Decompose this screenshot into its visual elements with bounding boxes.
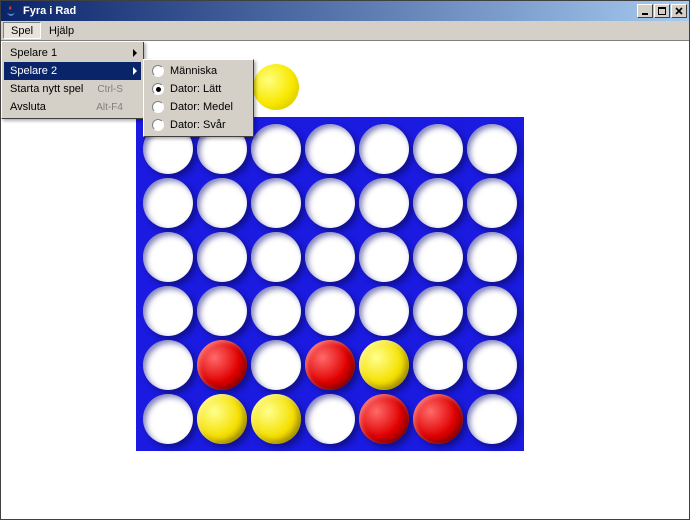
board-cell[interactable] (143, 232, 193, 282)
board-cell[interactable] (305, 394, 355, 444)
menu-hjalp-label: Hjälp (49, 25, 74, 37)
menu-spel-label: Spel (11, 25, 33, 37)
menu-item-new-game-label: Starta nytt spel (10, 83, 83, 95)
board-cell[interactable] (143, 286, 193, 336)
board-cell[interactable] (143, 178, 193, 228)
board-cell[interactable] (359, 340, 409, 390)
app-window: Fyra i Rad Spel Hjälp Spelare 1 (0, 0, 690, 520)
board-cell[interactable] (143, 394, 193, 444)
board-cell[interactable] (413, 232, 463, 282)
board-cell[interactable] (467, 178, 517, 228)
submenu-item-human[interactable]: Människa (146, 62, 251, 80)
board-cell[interactable] (467, 394, 517, 444)
radio-icon (152, 101, 164, 113)
menu-hjalp[interactable]: Hjälp (41, 22, 82, 39)
board-cell[interactable] (359, 286, 409, 336)
board-cell[interactable] (305, 232, 355, 282)
board-cell[interactable] (359, 232, 409, 282)
board-cell[interactable] (197, 232, 247, 282)
board-cell[interactable] (143, 340, 193, 390)
menu-item-player2[interactable]: Spelare 2 (4, 62, 141, 80)
hover-piece (253, 64, 299, 110)
menu-item-quit[interactable]: Avsluta Alt-F4 (4, 98, 141, 116)
game-board[interactable] (136, 117, 524, 451)
submenu-item-hard[interactable]: Dator: Svår (146, 116, 251, 134)
menu-item-player1-label: Spelare 1 (10, 47, 123, 59)
board-cell[interactable] (251, 124, 301, 174)
board-cell[interactable] (467, 124, 517, 174)
board-cell[interactable] (197, 286, 247, 336)
menu-item-new-game[interactable]: Starta nytt spel Ctrl-S (4, 80, 141, 98)
submenu-item-easy-label: Dator: Lätt (170, 83, 233, 95)
radio-checked-icon (152, 83, 164, 95)
player2-submenu: Människa Dator: Lätt Dator: Medel Dator:… (143, 59, 254, 137)
board-cell[interactable] (413, 178, 463, 228)
submenu-arrow-icon (133, 49, 137, 57)
board-cell[interactable] (359, 124, 409, 174)
board-cell[interactable] (359, 178, 409, 228)
submenu-item-human-label: Människa (170, 65, 233, 77)
board-cell[interactable] (197, 394, 247, 444)
board-cell[interactable] (413, 340, 463, 390)
board-cell[interactable] (413, 124, 463, 174)
radio-icon (152, 119, 164, 131)
menu-item-quit-accel: Alt-F4 (96, 102, 123, 113)
menu-item-player1[interactable]: Spelare 1 (4, 44, 141, 62)
board-cell[interactable] (305, 340, 355, 390)
board-cell[interactable] (251, 286, 301, 336)
board-cell[interactable] (251, 178, 301, 228)
board-cell[interactable] (251, 232, 301, 282)
board-cell[interactable] (467, 232, 517, 282)
board-cell[interactable] (467, 340, 517, 390)
board-cell[interactable] (467, 286, 517, 336)
content-area: Spelare 1 Spelare 2 Starta nytt spel Ctr… (1, 41, 689, 519)
menu-item-quit-label: Avsluta (10, 101, 82, 113)
menu-spel[interactable]: Spel (3, 22, 41, 39)
menubar: Spel Hjälp (1, 21, 689, 41)
spel-menu: Spelare 1 Spelare 2 Starta nytt spel Ctr… (1, 41, 144, 119)
submenu-item-hard-label: Dator: Svår (170, 119, 233, 131)
menu-item-new-game-accel: Ctrl-S (97, 84, 123, 95)
close-button[interactable] (671, 4, 687, 18)
maximize-button[interactable] (654, 4, 670, 18)
board-cell[interactable] (305, 286, 355, 336)
submenu-arrow-icon (133, 67, 137, 75)
board-cell[interactable] (305, 124, 355, 174)
window-title: Fyra i Rad (23, 5, 637, 17)
titlebar: Fyra i Rad (1, 1, 689, 21)
java-icon (3, 3, 19, 19)
submenu-item-easy[interactable]: Dator: Lätt (146, 80, 251, 98)
board-cell[interactable] (305, 178, 355, 228)
board-cell[interactable] (251, 394, 301, 444)
menu-item-player2-label: Spelare 2 (10, 65, 123, 77)
submenu-item-medium[interactable]: Dator: Medel (146, 98, 251, 116)
board-cell[interactable] (413, 286, 463, 336)
submenu-item-medium-label: Dator: Medel (170, 101, 233, 113)
minimize-button[interactable] (637, 4, 653, 18)
board-cell[interactable] (359, 394, 409, 444)
board-cell[interactable] (251, 340, 301, 390)
board-cell[interactable] (197, 178, 247, 228)
board-grid (143, 124, 517, 444)
board-cell[interactable] (413, 394, 463, 444)
radio-icon (152, 65, 164, 77)
board-cell[interactable] (197, 340, 247, 390)
